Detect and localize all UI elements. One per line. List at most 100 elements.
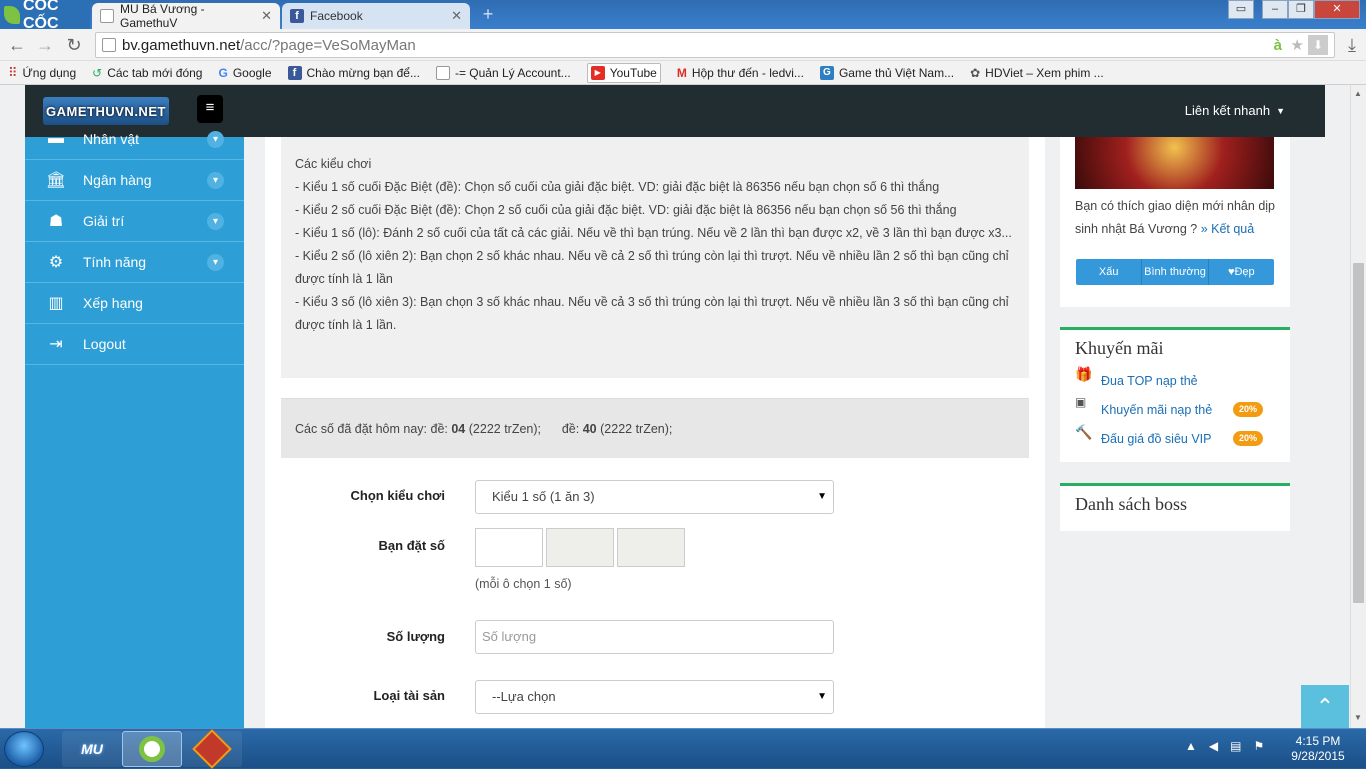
gamethu-icon: G — [819, 65, 834, 80]
sidebar-item-logout[interactable]: ⇥ Logout — [25, 324, 244, 365]
taskbar-app-coccoc[interactable] — [122, 731, 182, 767]
anniversary-banner-image — [1075, 137, 1274, 189]
poll-result-link[interactable]: » Kết quả — [1201, 222, 1255, 236]
bookmark-youtube[interactable]: ▶ YouTube — [586, 62, 661, 83]
today-prefix: Các số đã đặt hôm nay: đề: — [295, 422, 448, 436]
address-bar[interactable]: bv.gamethuvn.net/acc/?page=VeSoMayMan à … — [95, 32, 1335, 58]
quantity-input[interactable]: Số lượng — [475, 620, 834, 654]
bookmark-label: Hộp thư đến - ledvi... — [691, 65, 804, 80]
page-viewport: GAMETHUVN.NET ≡ Liên kết nhanh ▼ ▬ Nhân … — [0, 85, 1350, 728]
number-input-3[interactable] — [617, 528, 685, 567]
youtube-icon: ▶ — [590, 65, 605, 80]
page-icon — [100, 9, 114, 23]
rule-line: - Kiểu 2 số (lô xiên 2): Bạn chọn 2 số k… — [295, 249, 1009, 286]
scroll-down-icon[interactable]: ▼ — [1354, 713, 1362, 722]
close-tab-icon[interactable]: ✕ — [451, 8, 462, 24]
promo-link-khuyen-mai[interactable]: Khuyến mãi nạp thẻ — [1101, 403, 1212, 417]
action-center-flag-icon[interactable]: ⚑ — [1253, 739, 1264, 753]
bookmark-google[interactable]: G Google — [218, 66, 271, 80]
bookmark-hdviet[interactable]: ✿ HDViet – Xem phim ... — [970, 66, 1104, 80]
network-icon[interactable]: ▤ — [1230, 739, 1241, 753]
new-tab-button[interactable]: + — [478, 5, 498, 24]
sidebar-item-label: Giải trí — [83, 213, 125, 229]
bookmark-label: HDViet – Xem phim ... — [985, 65, 1104, 80]
bookmark-facebook[interactable]: f Chào mừng bạn để... — [287, 65, 420, 80]
coccoc-logo[interactable]: CỐC CỐC — [0, 0, 90, 32]
bookmark-label: Game thủ Việt Nam... — [838, 65, 955, 80]
sidebar-item-giai-tri[interactable]: ☗ Giải trí ▾ — [25, 201, 244, 242]
sidebar-item-xep-hang[interactable]: ▥ Xếp hạng — [25, 283, 244, 324]
minimize-icon[interactable]: – — [1262, 0, 1288, 19]
rule-line: - Kiểu 3 số (lô xiên 3): Bạn chọn 3 số k… — [295, 295, 1009, 332]
number-hint: (mỗi ô chọn 1 số) — [475, 577, 572, 591]
today-number-1: 04 — [451, 422, 466, 436]
rules-heading: Các kiểu chơi — [295, 157, 372, 171]
tab-facebook[interactable]: f Facebook ✕ — [282, 3, 470, 29]
play-type-select[interactable]: Kiểu 1 số (1 ăn 3) ▼ — [475, 480, 834, 514]
gmail-icon: M — [676, 65, 687, 80]
asset-type-value: --Lựa chọn — [492, 689, 556, 704]
bookmark-label: Các tab mới đóng — [107, 65, 203, 80]
scroll-up-icon[interactable]: ▲ — [1354, 89, 1362, 98]
boss-list-title[interactable]: Danh sách boss — [1075, 494, 1187, 515]
number-input-2[interactable] — [546, 528, 614, 567]
game-launcher-icon — [192, 729, 232, 769]
taskbar-clock[interactable]: 4:15 PM 9/28/2015 — [1278, 734, 1358, 764]
poll-option-bad-button[interactable]: Xấu — [1076, 259, 1143, 285]
user-icon[interactable]: ▭ — [1228, 0, 1254, 19]
forward-button[interactable]: → — [33, 33, 57, 57]
sidebar-item-label: Logout — [83, 336, 126, 352]
clock-date: 9/28/2015 — [1291, 749, 1345, 763]
coccoc-dictionary-icon[interactable]: à — [1274, 37, 1282, 54]
bookmark-apps[interactable]: ⠿ Ứng dụng — [8, 65, 76, 81]
star-icon[interactable]: ★ — [1291, 36, 1304, 54]
number-input-1[interactable] — [475, 528, 543, 567]
poll-question-block: Bạn có thích giao diện mới nhân dịp sinh… — [1075, 195, 1275, 241]
bookmark-recent-tabs[interactable]: ↺ Các tab mới đóng — [92, 66, 202, 80]
caret-down-icon: ▼ — [817, 491, 827, 502]
boss-list-widget: Danh sách boss — [1060, 483, 1290, 531]
caret-down-icon: ▼ — [817, 691, 827, 702]
asset-type-select[interactable]: --Lựa chọn ▼ — [475, 680, 834, 714]
back-button[interactable]: ← — [5, 33, 29, 57]
bookmark-gmail[interactable]: M Hộp thư đến - ledvi... — [677, 66, 804, 80]
recent-tabs-icon: ↺ — [92, 65, 103, 80]
show-hidden-icons-icon[interactable]: ▲ — [1185, 739, 1197, 753]
bookmark-quan-ly-account[interactable]: -= Quản Lý Account... — [435, 65, 571, 80]
money-icon: ▣ — [1075, 395, 1087, 409]
tab-mu-ba-vuong[interactable]: MU Bá Vương - GamethuV ✕ — [92, 2, 280, 30]
promo-widget: Khuyến mãi 🎁 Đua TOP nạp thẻ ▣ Khuyến mã… — [1060, 327, 1290, 462]
bank-icon: 🏛 — [45, 172, 67, 189]
reload-button[interactable]: ↻ — [62, 33, 86, 57]
chevron-down-icon: ▾ — [207, 130, 224, 148]
sidebar-item-nhan-vat[interactable]: ▬ Nhân vật ▾ — [25, 119, 244, 160]
poll-option-normal-button[interactable]: Bình thường — [1142, 259, 1209, 285]
close-tab-icon[interactable]: ✕ — [261, 8, 272, 24]
quick-links-dropdown[interactable]: Liên kết nhanh ▼ — [1185, 103, 1285, 118]
taskbar-app-mu[interactable]: MU — [62, 731, 122, 767]
downloads-icon[interactable]: ⤓ — [1340, 33, 1364, 57]
promo-link-dau-gia[interactable]: Đấu giá đồ siêu VIP — [1101, 432, 1212, 446]
promo-title: Khuyến mãi — [1075, 338, 1164, 358]
chevron-down-icon: ▾ — [207, 171, 224, 189]
sidebar-item-tinh-nang[interactable]: ⚙ Tính năng ▾ — [25, 242, 244, 283]
coccoc-icon — [139, 736, 165, 762]
bookmark-gamethu[interactable]: G Game thủ Việt Nam... — [819, 65, 955, 80]
start-button[interactable] — [4, 731, 44, 767]
back-to-top-button[interactable]: ⌃ — [1301, 685, 1349, 728]
maximize-icon[interactable]: ❐ — [1288, 0, 1314, 19]
character-icon: ▬ — [48, 130, 64, 147]
mu-game-icon: MU — [81, 741, 103, 757]
rule-line: - Kiểu 1 số (lô): Đánh 2 số cuối của tất… — [295, 226, 1012, 240]
quick-links-label: Liên kết nhanh — [1184, 103, 1271, 118]
close-window-icon[interactable]: ✕ — [1314, 0, 1360, 19]
page-scrollbar[interactable]: ▲ ▼ — [1350, 85, 1366, 728]
promo-link-top-nap-the[interactable]: Đua TOP nạp thẻ — [1101, 374, 1198, 388]
scrollbar-thumb[interactable] — [1353, 263, 1364, 603]
sidebar-item-ngan-hang[interactable]: 🏛 Ngân hàng ▾ — [25, 160, 244, 201]
download-video-icon[interactable]: ⬇ — [1308, 35, 1328, 55]
poll-option-beautiful-button[interactable]: ♥Đẹp — [1209, 259, 1274, 285]
volume-icon[interactable]: ◀ — [1209, 739, 1218, 753]
taskbar-app-game[interactable] — [182, 729, 242, 769]
today-label-2: đề: — [561, 422, 580, 436]
